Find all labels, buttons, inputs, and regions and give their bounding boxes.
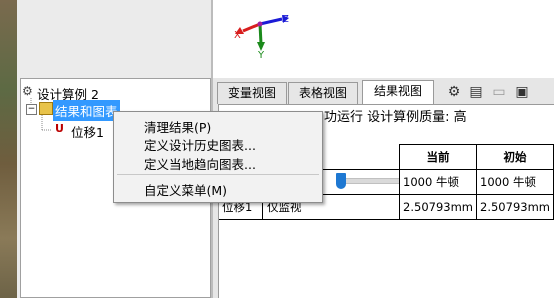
menu-item-define-local-trend-graph[interactable]: 定义当地趋向图表...: [144, 154, 256, 173]
background-strip: [0, 0, 17, 298]
study-icon: ⚙: [22, 84, 33, 98]
tab-label: 表格视图: [298, 86, 347, 100]
col-current-header: 当前: [399, 144, 478, 170]
report-icon[interactable]: ▤: [468, 84, 484, 100]
panel-header-area: [17, 0, 212, 78]
settings-icon[interactable]: ⚙: [446, 84, 462, 100]
tree-sensor-label[interactable]: 位移1: [71, 122, 104, 141]
folder-icon: [39, 102, 53, 115]
save-icon[interactable]: ▣: [514, 84, 530, 100]
run-status-text: 功运行 设计算例质量: 高: [324, 110, 467, 125]
menu-separator: [117, 174, 319, 175]
menu-item-define-history-graph[interactable]: 定义设计历史图表...: [144, 135, 256, 154]
tab-table-view[interactable]: 表格视图: [288, 82, 358, 104]
axis-triad: [235, 15, 289, 51]
slider-track[interactable]: [339, 178, 399, 184]
slider-thumb[interactable]: [336, 173, 346, 189]
menu-item-clear-results[interactable]: 清理结果(P): [144, 117, 211, 136]
force-initial-cell: 1000 牛顿: [476, 169, 554, 195]
z-axis-label: Z: [282, 14, 289, 25]
tab-label: 变量视图: [227, 86, 276, 100]
tree-results-folder[interactable]: 结果和图表: [53, 100, 120, 121]
col-initial-header: 初始: [476, 144, 554, 170]
tab-results-view[interactable]: 结果视图: [362, 80, 434, 104]
y-axis-label: Y: [258, 50, 265, 61]
collapse-toggle-icon[interactable]: −: [26, 104, 37, 115]
tab-variable-view[interactable]: 变量视图: [217, 82, 287, 104]
sensor-icon: U: [55, 122, 64, 135]
x-axis-label: X: [234, 30, 241, 41]
menu-item-customize-menu[interactable]: 自定义菜单(M): [144, 180, 227, 199]
force-current-cell: 1000 牛顿: [399, 169, 478, 195]
graphics-viewport[interactable]: Z X Y: [213, 0, 554, 78]
disp-current-cell: 2.50793mm: [399, 194, 478, 220]
open-folder-icon[interactable]: ▭: [491, 84, 507, 100]
disp-initial-cell: 2.50793mm: [476, 194, 554, 220]
tab-label: 结果视图: [373, 84, 422, 98]
context-menu: 清理结果(P) 定义设计历史图表... 定义当地趋向图表... 自定义菜单(M): [113, 111, 323, 203]
